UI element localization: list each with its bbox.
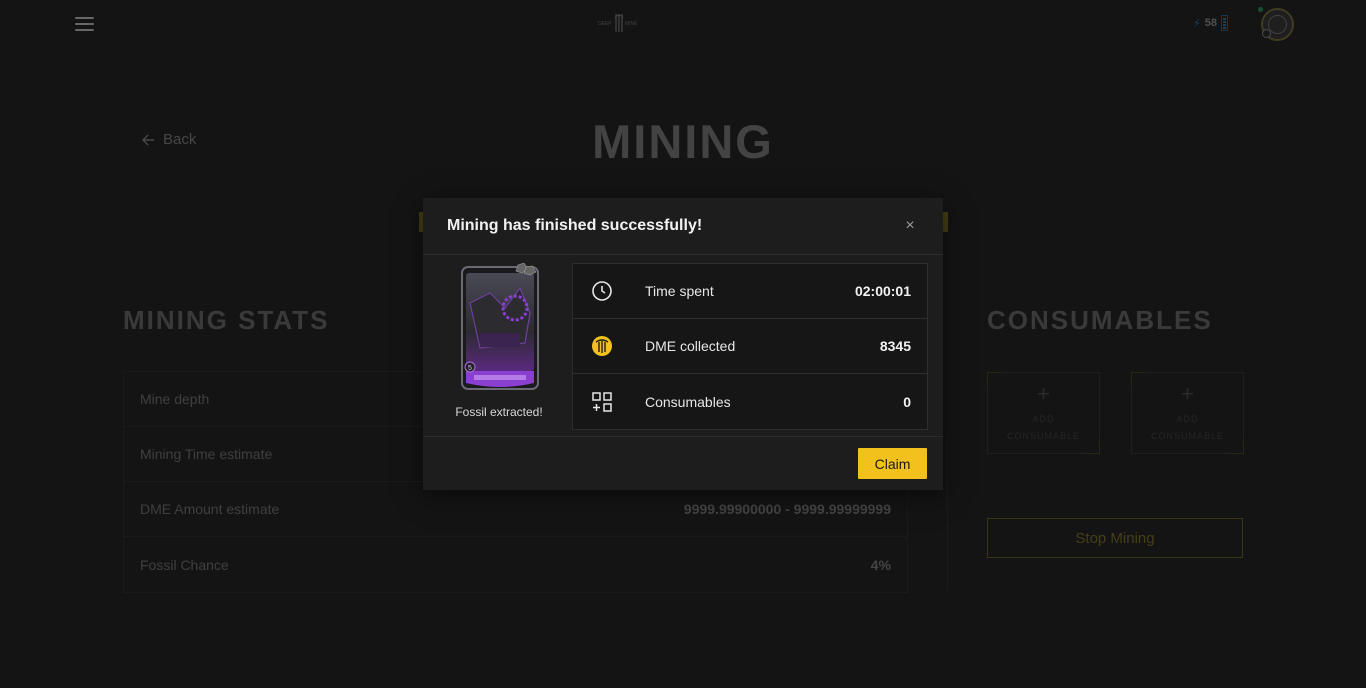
result-label: Time spent xyxy=(645,283,714,299)
result-row-dme: DME collected 8345 xyxy=(573,319,927,374)
modal-footer: Claim xyxy=(423,436,943,490)
fossil-card-image: 5 xyxy=(461,262,539,390)
consumables-grid-icon xyxy=(591,391,613,413)
card-level: 5 xyxy=(468,365,472,372)
close-icon[interactable]: × xyxy=(901,217,919,235)
result-value: 02:00:01 xyxy=(854,283,911,299)
dme-coin-icon xyxy=(591,335,613,357)
result-value: 8345 xyxy=(879,338,911,354)
claim-button[interactable]: Claim xyxy=(858,448,927,479)
fossil-card: 5 Fossil extracted! xyxy=(452,262,543,419)
result-value: 0 xyxy=(903,393,911,410)
result-row-time: Time spent 02:00:01 xyxy=(573,264,927,319)
card-caption: Fossil extracted! xyxy=(455,405,543,419)
modal-header: Mining has finished successfully! × xyxy=(423,198,943,255)
result-label: Consumables xyxy=(645,393,731,410)
clock-icon xyxy=(591,280,613,302)
result-details: Time spent 02:00:01 DME collected 8345 C… xyxy=(572,263,928,430)
result-row-consumables: Consumables 0 xyxy=(573,374,927,429)
mining-result-modal: Mining has finished successfully! × 5 Fo… xyxy=(423,198,943,490)
modal-title: Mining has finished successfully! xyxy=(447,217,703,234)
result-label: DME collected xyxy=(645,338,736,354)
